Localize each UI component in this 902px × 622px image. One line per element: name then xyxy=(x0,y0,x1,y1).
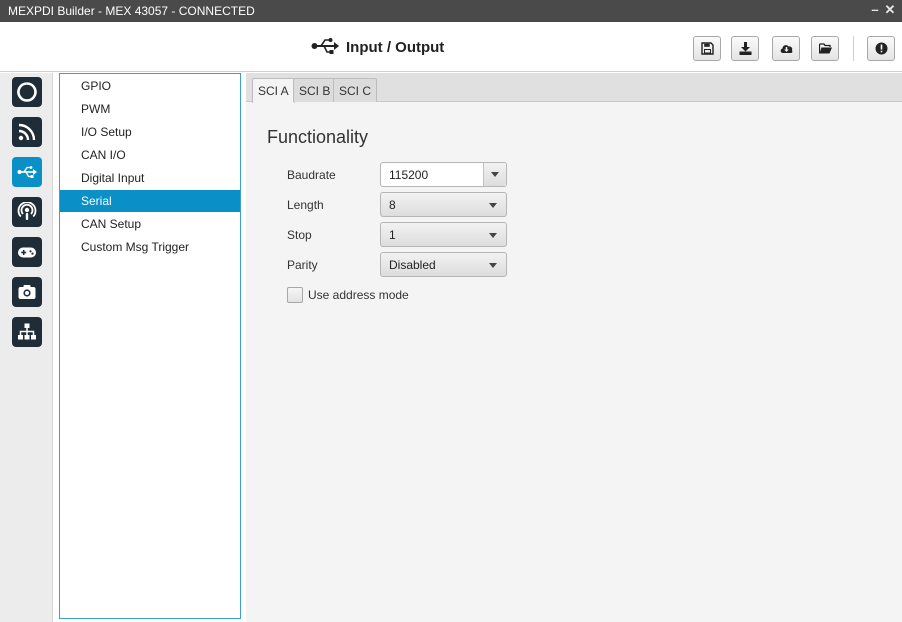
baudrate-dropdown-button[interactable] xyxy=(483,163,506,186)
circle-icon xyxy=(17,82,37,102)
stop-select[interactable]: 1 xyxy=(380,222,507,247)
module-sidebar xyxy=(0,73,53,622)
usb-icon xyxy=(311,38,339,54)
parity-select[interactable]: Disabled xyxy=(380,252,507,277)
chevron-down-icon xyxy=(489,263,497,268)
rail-item-input-output[interactable] xyxy=(12,157,42,187)
chevron-down-icon xyxy=(491,172,499,177)
tab-sci-b[interactable]: SCI B xyxy=(293,78,337,102)
baudrate-value[interactable]: 115200 xyxy=(389,168,428,182)
stop-value: 1 xyxy=(389,228,396,242)
download-icon xyxy=(739,42,752,55)
chevron-down-icon xyxy=(489,203,497,208)
io-nav-list: GPIO PWM I/O Setup CAN I/O Digital Input… xyxy=(59,73,241,619)
cloud-download-icon xyxy=(780,45,793,53)
serial-config-panel: SCI A SCI B SCI C Functionality Baudrate… xyxy=(246,73,902,622)
length-value: 8 xyxy=(389,198,396,212)
chevron-down-icon xyxy=(489,233,497,238)
download-button[interactable] xyxy=(731,36,759,61)
tab-sci-c[interactable]: SCI C xyxy=(333,78,378,102)
usb-icon xyxy=(17,166,37,178)
close-button[interactable]: ✕ xyxy=(883,2,897,18)
podcast-icon xyxy=(17,202,37,220)
use-address-mode-checkbox[interactable] xyxy=(287,287,303,303)
nav-item-gpio[interactable]: GPIO xyxy=(60,75,240,97)
length-select[interactable]: 8 xyxy=(380,192,507,217)
rail-item-communications[interactable] xyxy=(12,117,42,147)
nav-item-custom-msg-trigger[interactable]: Custom Msg Trigger xyxy=(60,236,240,258)
window-title: MEXPDI Builder - MEX 43057 - CONNECTED xyxy=(8,4,255,18)
exclamation-icon xyxy=(875,42,888,55)
page-title: Input / Output xyxy=(346,39,445,56)
camera-icon xyxy=(18,285,36,299)
folder-open-icon xyxy=(819,43,832,54)
open-folder-button[interactable] xyxy=(811,36,839,61)
minimize-button[interactable]: – xyxy=(868,2,882,18)
rail-item-camera[interactable] xyxy=(12,277,42,307)
rss-icon xyxy=(18,123,36,141)
toolbar-divider xyxy=(853,36,854,61)
parity-value: Disabled xyxy=(389,258,436,272)
use-address-mode-label[interactable]: Use address mode xyxy=(308,288,409,302)
parity-label: Parity xyxy=(287,258,318,272)
tab-sci-a[interactable]: SCI A xyxy=(252,78,295,103)
nav-item-digital-input[interactable]: Digital Input xyxy=(60,167,240,189)
info-button[interactable] xyxy=(867,36,895,61)
nav-item-can-setup[interactable]: CAN Setup xyxy=(60,213,240,235)
length-label: Length xyxy=(287,198,324,212)
rail-item-network[interactable] xyxy=(12,317,42,347)
stop-label: Stop xyxy=(287,228,312,242)
sci-tab-bar: SCI A SCI B SCI C xyxy=(246,73,902,103)
cloud-download-button[interactable] xyxy=(772,36,800,61)
gamepad-icon xyxy=(18,247,36,258)
baudrate-combobox[interactable]: 115200 xyxy=(380,162,507,187)
floppy-icon xyxy=(701,42,714,55)
functionality-heading: Functionality xyxy=(267,127,369,147)
nav-item-can-io[interactable]: CAN I/O xyxy=(60,144,240,166)
nav-item-serial[interactable]: Serial xyxy=(60,190,240,212)
rail-item-radio[interactable] xyxy=(12,197,42,227)
rail-item-joystick[interactable] xyxy=(12,237,42,267)
sitemap-icon xyxy=(18,323,36,340)
nav-item-pwm[interactable]: PWM xyxy=(60,98,240,120)
save-button[interactable] xyxy=(693,36,721,61)
nav-item-io-setup[interactable]: I/O Setup xyxy=(60,121,240,143)
baudrate-label: Baudrate xyxy=(287,168,336,182)
page-header: Input / Output xyxy=(0,22,902,72)
rail-item-status[interactable] xyxy=(12,77,42,107)
window-title-bar: MEXPDI Builder - MEX 43057 - CONNECTED –… xyxy=(0,0,902,22)
